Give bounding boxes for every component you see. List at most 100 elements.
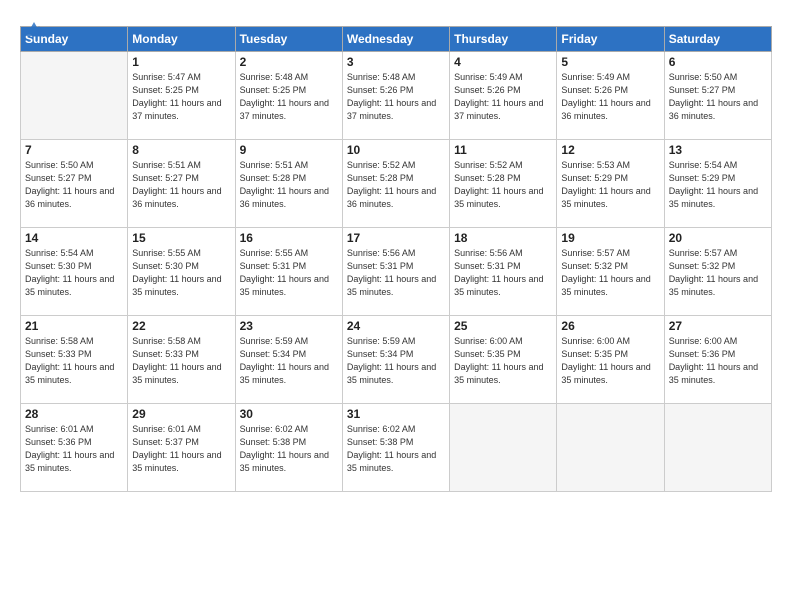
cell-sunset: Sunset: 5:26 PM [454, 85, 521, 95]
cell-sunset: Sunset: 5:27 PM [132, 173, 199, 183]
cell-daylight: Daylight: 11 hours and 36 minutes. [669, 98, 758, 121]
cell-daylight: Daylight: 11 hours and 35 minutes. [454, 274, 543, 297]
cell-sunrise: Sunrise: 5:50 AM [25, 160, 94, 170]
calendar-cell: 31 Sunrise: 6:02 AM Sunset: 5:38 PM Dayl… [342, 404, 449, 492]
calendar-cell: 26 Sunrise: 6:00 AM Sunset: 5:35 PM Dayl… [557, 316, 664, 404]
calendar-week-row: 14 Sunrise: 5:54 AM Sunset: 5:30 PM Dayl… [21, 228, 772, 316]
cell-sunrise: Sunrise: 6:02 AM [240, 424, 309, 434]
calendar-cell: 2 Sunrise: 5:48 AM Sunset: 5:25 PM Dayli… [235, 52, 342, 140]
cell-sunset: Sunset: 5:30 PM [25, 261, 92, 271]
cell-daylight: Daylight: 11 hours and 36 minutes. [132, 186, 221, 209]
cell-sunset: Sunset: 5:35 PM [561, 349, 628, 359]
cell-daylight: Daylight: 11 hours and 35 minutes. [25, 362, 114, 385]
page: SundayMondayTuesdayWednesdayThursdayFrid… [0, 0, 792, 612]
calendar-cell: 18 Sunrise: 5:56 AM Sunset: 5:31 PM Dayl… [450, 228, 557, 316]
calendar-cell: 8 Sunrise: 5:51 AM Sunset: 5:27 PM Dayli… [128, 140, 235, 228]
day-number: 4 [454, 55, 552, 69]
calendar-cell: 13 Sunrise: 5:54 AM Sunset: 5:29 PM Dayl… [664, 140, 771, 228]
cell-daylight: Daylight: 11 hours and 35 minutes. [561, 274, 650, 297]
cell-daylight: Daylight: 11 hours and 35 minutes. [454, 186, 543, 209]
day-number: 20 [669, 231, 767, 245]
cell-sunrise: Sunrise: 5:48 AM [240, 72, 309, 82]
cell-sunrise: Sunrise: 5:58 AM [25, 336, 94, 346]
day-number: 31 [347, 407, 445, 421]
cell-sunrise: Sunrise: 6:01 AM [132, 424, 201, 434]
cell-sunrise: Sunrise: 5:54 AM [25, 248, 94, 258]
day-number: 14 [25, 231, 123, 245]
cell-sunrise: Sunrise: 5:47 AM [132, 72, 201, 82]
cell-sunset: Sunset: 5:28 PM [240, 173, 307, 183]
day-number: 23 [240, 319, 338, 333]
cell-sunset: Sunset: 5:26 PM [561, 85, 628, 95]
cell-sunrise: Sunrise: 5:58 AM [132, 336, 201, 346]
logo-icon [22, 18, 46, 42]
day-number: 24 [347, 319, 445, 333]
cell-sunrise: Sunrise: 6:00 AM [454, 336, 523, 346]
calendar-cell: 29 Sunrise: 6:01 AM Sunset: 5:37 PM Dayl… [128, 404, 235, 492]
calendar-cell: 1 Sunrise: 5:47 AM Sunset: 5:25 PM Dayli… [128, 52, 235, 140]
cell-sunrise: Sunrise: 5:49 AM [454, 72, 523, 82]
calendar-cell [21, 52, 128, 140]
cell-sunset: Sunset: 5:33 PM [25, 349, 92, 359]
cell-sunrise: Sunrise: 5:56 AM [347, 248, 416, 258]
calendar-cell: 10 Sunrise: 5:52 AM Sunset: 5:28 PM Dayl… [342, 140, 449, 228]
cell-daylight: Daylight: 11 hours and 35 minutes. [240, 362, 329, 385]
cell-sunset: Sunset: 5:33 PM [132, 349, 199, 359]
calendar-cell: 17 Sunrise: 5:56 AM Sunset: 5:31 PM Dayl… [342, 228, 449, 316]
cell-sunset: Sunset: 5:28 PM [347, 173, 414, 183]
calendar-cell: 28 Sunrise: 6:01 AM Sunset: 5:36 PM Dayl… [21, 404, 128, 492]
cell-sunset: Sunset: 5:36 PM [25, 437, 92, 447]
cell-sunrise: Sunrise: 5:51 AM [240, 160, 309, 170]
cell-daylight: Daylight: 11 hours and 37 minutes. [240, 98, 329, 121]
cell-sunrise: Sunrise: 5:48 AM [347, 72, 416, 82]
cell-daylight: Daylight: 11 hours and 35 minutes. [240, 450, 329, 473]
calendar-cell: 11 Sunrise: 5:52 AM Sunset: 5:28 PM Dayl… [450, 140, 557, 228]
calendar-cell: 4 Sunrise: 5:49 AM Sunset: 5:26 PM Dayli… [450, 52, 557, 140]
calendar-cell: 25 Sunrise: 6:00 AM Sunset: 5:35 PM Dayl… [450, 316, 557, 404]
cell-sunrise: Sunrise: 5:52 AM [454, 160, 523, 170]
day-number: 11 [454, 143, 552, 157]
cell-daylight: Daylight: 11 hours and 37 minutes. [454, 98, 543, 121]
calendar-table: SundayMondayTuesdayWednesdayThursdayFrid… [20, 26, 772, 492]
cell-sunset: Sunset: 5:32 PM [669, 261, 736, 271]
calendar-cell: 7 Sunrise: 5:50 AM Sunset: 5:27 PM Dayli… [21, 140, 128, 228]
calendar-cell: 14 Sunrise: 5:54 AM Sunset: 5:30 PM Dayl… [21, 228, 128, 316]
day-number: 29 [132, 407, 230, 421]
cell-sunset: Sunset: 5:31 PM [240, 261, 307, 271]
cell-daylight: Daylight: 11 hours and 35 minutes. [561, 186, 650, 209]
day-number: 9 [240, 143, 338, 157]
day-number: 7 [25, 143, 123, 157]
calendar-cell [557, 404, 664, 492]
cell-sunset: Sunset: 5:34 PM [347, 349, 414, 359]
calendar-cell: 27 Sunrise: 6:00 AM Sunset: 5:36 PM Dayl… [664, 316, 771, 404]
cell-daylight: Daylight: 11 hours and 36 minutes. [561, 98, 650, 121]
calendar-cell: 5 Sunrise: 5:49 AM Sunset: 5:26 PM Dayli… [557, 52, 664, 140]
day-number: 18 [454, 231, 552, 245]
calendar-week-row: 28 Sunrise: 6:01 AM Sunset: 5:36 PM Dayl… [21, 404, 772, 492]
day-number: 6 [669, 55, 767, 69]
calendar-cell: 6 Sunrise: 5:50 AM Sunset: 5:27 PM Dayli… [664, 52, 771, 140]
calendar-cell: 15 Sunrise: 5:55 AM Sunset: 5:30 PM Dayl… [128, 228, 235, 316]
calendar-cell: 21 Sunrise: 5:58 AM Sunset: 5:33 PM Dayl… [21, 316, 128, 404]
cell-sunrise: Sunrise: 5:53 AM [561, 160, 630, 170]
cell-sunset: Sunset: 5:29 PM [561, 173, 628, 183]
calendar-cell [664, 404, 771, 492]
cell-sunrise: Sunrise: 5:52 AM [347, 160, 416, 170]
cell-daylight: Daylight: 11 hours and 35 minutes. [25, 450, 114, 473]
calendar-cell [450, 404, 557, 492]
day-number: 26 [561, 319, 659, 333]
calendar-cell: 19 Sunrise: 5:57 AM Sunset: 5:32 PM Dayl… [557, 228, 664, 316]
cell-daylight: Daylight: 11 hours and 35 minutes. [669, 274, 758, 297]
calendar-cell: 20 Sunrise: 5:57 AM Sunset: 5:32 PM Dayl… [664, 228, 771, 316]
cell-sunrise: Sunrise: 5:54 AM [669, 160, 738, 170]
cell-daylight: Daylight: 11 hours and 35 minutes. [561, 362, 650, 385]
calendar-cell: 16 Sunrise: 5:55 AM Sunset: 5:31 PM Dayl… [235, 228, 342, 316]
day-number: 10 [347, 143, 445, 157]
cell-sunset: Sunset: 5:32 PM [561, 261, 628, 271]
day-number: 13 [669, 143, 767, 157]
weekday-header: Monday [128, 27, 235, 52]
cell-sunset: Sunset: 5:37 PM [132, 437, 199, 447]
cell-daylight: Daylight: 11 hours and 36 minutes. [347, 186, 436, 209]
cell-sunset: Sunset: 5:34 PM [240, 349, 307, 359]
calendar-week-row: 7 Sunrise: 5:50 AM Sunset: 5:27 PM Dayli… [21, 140, 772, 228]
